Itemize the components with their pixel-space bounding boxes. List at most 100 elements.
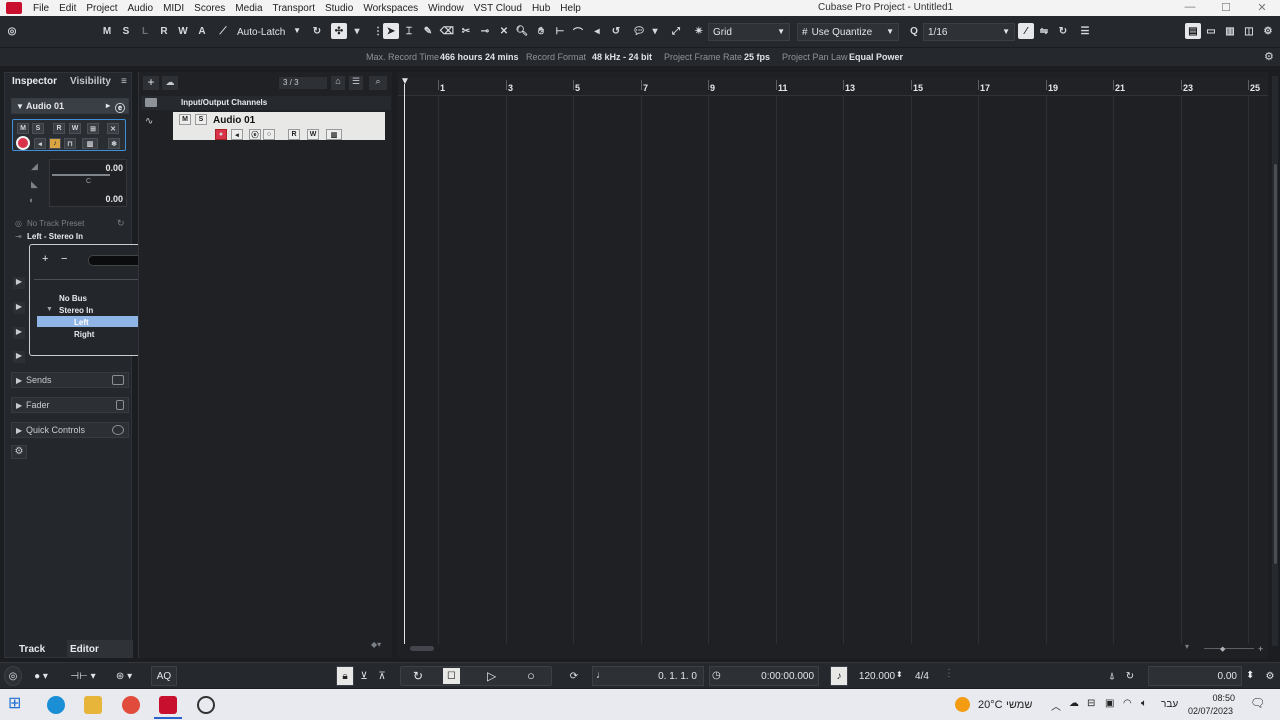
volume-slider[interactable] [52,174,110,176]
menu-media[interactable]: Media [230,3,267,14]
solo-button[interactable]: S [32,123,44,134]
mute-tool-icon[interactable]: ✕ [496,23,512,39]
read-button[interactable]: R [53,123,65,134]
chevron-updown-icon[interactable]: ⬍ [1246,670,1254,681]
record-options-icon[interactable]: ● ▾ [28,666,54,686]
language-indicator[interactable]: עבר [1161,699,1178,710]
chrome-icon[interactable] [122,696,140,714]
lower-zone-toggle-icon[interactable]: ▭ [1203,23,1219,39]
weather-sun-icon[interactable] [955,697,970,712]
add-track-icon[interactable]: + [143,76,159,90]
menu-window[interactable]: Window [423,3,469,14]
record-mode-icon[interactable]: ◎ [4,666,22,686]
triangle-right-icon[interactable]: ▶ [13,302,25,314]
track-mute-button[interactable]: M [179,114,191,125]
window-layout-icon[interactable]: ◫ [1241,23,1257,39]
locator-right-icon[interactable]: ⊼ [374,666,390,686]
position-display[interactable]: 0. 1. 1. 0 [592,666,704,686]
vertical-scrollbar-thumb[interactable] [1274,164,1277,564]
auto-scroll-icon[interactable]: ⤢ [668,23,684,39]
menu-edit[interactable]: Edit [54,3,81,14]
menu-midi[interactable]: MIDI [158,3,189,14]
section-fader[interactable]: ▶ Fader [11,397,129,413]
transport-settings-gear-icon[interactable]: ⚙ [1262,666,1278,686]
file-explorer-icon[interactable] [84,696,102,714]
tuner-icon[interactable]: ⍋ [1104,666,1120,686]
windows-start-icon[interactable]: ⊞ [8,693,26,712]
tab-editor[interactable]: Editor [70,644,99,655]
routing-item-right[interactable]: Right [74,330,94,339]
punch-options-icon[interactable]: ⊣⊢ ▾ [66,666,100,686]
quantize-settings-icon[interactable]: ⇋ [1036,23,1052,39]
tab-inspector[interactable]: Inspector [12,76,57,87]
menu-project[interactable]: Project [81,3,122,14]
track-monitor-icon[interactable]: ◂ [231,129,243,140]
menu-hub[interactable]: Hub [527,3,555,14]
delay-value[interactable]: 0.00 [105,194,123,204]
left-zone-toggle-icon[interactable]: ▤ [1185,23,1201,39]
freeze-icon[interactable]: ❄ [108,138,120,149]
chevron-down-icon[interactable]: ▾ [349,23,365,39]
play-icon[interactable]: ▷ [487,669,496,683]
routing-item-left[interactable]: Left [74,318,89,327]
menu-vst-cloud[interactable]: VST Cloud [469,3,527,14]
network-icon[interactable]: ⊟ [1087,698,1095,709]
steinberg-hub-icon[interactable] [197,696,215,714]
bypass-icon[interactable]: ✕ [107,123,119,134]
section-sends[interactable]: ▶ Sends [11,372,129,388]
mute-all-button[interactable]: M [99,23,115,39]
track-read-icon[interactable]: R [288,129,300,140]
routing-item-no-bus[interactable]: No Bus [59,294,87,303]
tool-mode-icon[interactable]: ✣ [331,23,347,39]
snap-icon[interactable]: ✴ [691,23,707,39]
record-enable-button[interactable] [16,136,30,150]
line-tool-icon[interactable]: ⌒ [570,23,586,39]
zoom-out-icon[interactable]: ▾ [1185,642,1189,651]
audio-track-row[interactable]: ∿ M S Audio 01 ● ◂ ⓔ ○ R W ▥ [141,110,391,142]
clock-time[interactable]: 08:50 [1200,693,1235,703]
drag-handle-icon[interactable]: ⋮ [944,668,954,679]
search-icon[interactable]: ⌕ [369,76,387,90]
write-all-button[interactable]: W [175,23,191,39]
mute-button[interactable]: M [17,123,29,134]
quantize-value-select[interactable]: 1/16 ▼ [923,23,1015,41]
split-tool-icon[interactable]: ✂ [458,23,474,39]
close-icon[interactable]: ✕ [1248,1,1276,14]
wifi-icon[interactable]: ◠ [1123,698,1132,709]
horizontal-scrollbar-thumb[interactable] [410,646,434,651]
tempo-stepper-icon[interactable]: ⬍ [896,670,903,679]
cycle-icon[interactable]: ↻ [413,669,423,683]
notifications-icon[interactable]: 🗨︎ [1250,696,1265,710]
settings-gear-icon[interactable]: ⚙ [1260,23,1276,39]
time-signature-display[interactable]: 4/4 [908,666,936,686]
inspector-settings-gear-icon[interactable]: ⚙ [11,445,27,459]
monitor-icon[interactable]: ◂ [34,138,46,149]
read-all-button[interactable]: R [156,23,172,39]
suspend-icon[interactable]: ↻ [309,23,325,39]
solo-all-button[interactable]: S [118,23,134,39]
pan-law-value[interactable]: Equal Power [849,52,903,62]
aq-button[interactable]: AQ [151,666,177,686]
speech-bubble-icon[interactable]: 💬︎ [631,23,647,39]
stop-icon[interactable]: ◻ [443,668,460,684]
record-format-value[interactable]: 48 kHz - 24 bit [592,52,652,62]
draw-tool-icon[interactable]: ✎ [420,23,436,39]
object-selection-tool-icon[interactable]: ➤ [383,23,399,39]
edge-browser-icon[interactable] [47,696,65,714]
edit-channel-icon[interactable]: ⓔ [115,100,125,115]
zoom-in-icon[interactable]: + [1258,644,1263,654]
reload-icon[interactable]: ↻ [117,218,125,229]
color-tool-icon[interactable]: ↺ [608,23,624,39]
sync-icon[interactable]: ⟳ [563,666,585,686]
project-window-event-display[interactable]: ▼ ▾ ◆ + 1 3 5 7 9 11 13 15 17 19 21 23 25 [398,72,1268,658]
cubase-taskbar-icon[interactable] [159,696,177,714]
settings-gear-icon[interactable]: ⚙ [1264,50,1274,63]
track-lanes-icon[interactable]: ▥ [326,129,342,140]
loop-icon[interactable]: ↻ [1122,666,1138,686]
weather-temperature[interactable]: 20°C [978,699,1003,711]
menu-icon[interactable]: ≡ [121,76,127,87]
ruler[interactable] [398,78,1268,96]
chevron-down-icon[interactable]: ▾ [647,23,663,39]
add-track-presets-icon[interactable]: ☁ [162,76,178,90]
align-icon[interactable]: ☰ [1077,23,1093,39]
